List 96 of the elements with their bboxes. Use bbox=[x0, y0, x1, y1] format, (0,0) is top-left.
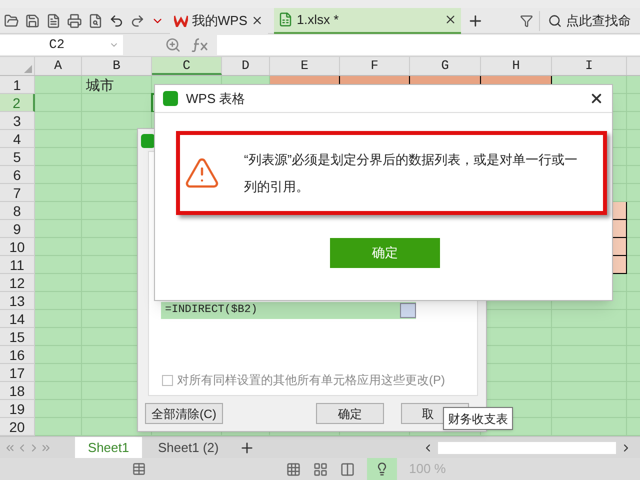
table-cell[interactable] bbox=[552, 418, 627, 436]
redo-icon[interactable] bbox=[130, 12, 145, 28]
row-header[interactable]: 13 bbox=[0, 292, 35, 310]
row-header[interactable]: 14 bbox=[0, 310, 35, 328]
column-header[interactable]: G bbox=[410, 57, 481, 75]
table-cell[interactable] bbox=[35, 130, 82, 148]
table-cell[interactable] bbox=[35, 274, 82, 292]
table-cell[interactable] bbox=[35, 238, 82, 256]
row-header[interactable]: 3 bbox=[0, 112, 35, 130]
column-header[interactable]: E bbox=[270, 57, 340, 75]
row-header[interactable]: 16 bbox=[0, 346, 35, 364]
tab-label: 1.xlsx * bbox=[296, 10, 340, 29]
apply-all-checkbox[interactable]: 对所有同样设置的其他所有单元格应用这些更改(P) bbox=[162, 371, 445, 389]
row-header[interactable]: 19 bbox=[0, 400, 35, 418]
document-icon[interactable] bbox=[46, 12, 61, 28]
range-picker-icon[interactable] bbox=[400, 303, 416, 318]
row-header[interactable]: 4 bbox=[0, 130, 35, 148]
column-header[interactable]: A bbox=[35, 57, 82, 75]
table-cell[interactable] bbox=[35, 256, 82, 274]
app-logo-icon bbox=[141, 134, 155, 148]
normal-view-icon[interactable] bbox=[286, 462, 301, 476]
column-header[interactable]: F bbox=[340, 57, 410, 75]
table-cell[interactable] bbox=[35, 310, 82, 328]
row-header[interactable]: 12 bbox=[0, 274, 35, 292]
sheet-tab[interactable]: Sheet1 (2) bbox=[142, 437, 235, 458]
table-cell[interactable] bbox=[82, 112, 152, 130]
horizontal-scrollbar[interactable] bbox=[438, 442, 616, 454]
row-header[interactable]: 7 bbox=[0, 184, 35, 202]
print-preview-icon[interactable] bbox=[88, 12, 103, 28]
search-field[interactable]: 点此查找命 bbox=[539, 10, 636, 30]
row-header[interactable]: 6 bbox=[0, 166, 35, 184]
open-folder-icon[interactable] bbox=[4, 12, 19, 28]
table-cell[interactable] bbox=[35, 292, 82, 310]
zoom-icon[interactable] bbox=[165, 37, 181, 53]
source-field[interactable]: =INDIRECT($B2) bbox=[161, 302, 416, 319]
save-icon[interactable] bbox=[24, 12, 40, 28]
column-header[interactable]: H bbox=[481, 57, 552, 75]
table-cell[interactable] bbox=[35, 166, 82, 184]
dialog-title: WPS 表格 bbox=[186, 90, 246, 108]
close-icon[interactable] bbox=[251, 14, 264, 27]
row-header[interactable]: 10 bbox=[0, 238, 35, 256]
tab-label: 我的WPS bbox=[192, 12, 248, 30]
close-icon[interactable] bbox=[589, 91, 604, 106]
document-tab[interactable]: 1.xlsx * bbox=[274, 8, 462, 34]
table-cell[interactable] bbox=[35, 184, 82, 202]
table-cell[interactable] bbox=[35, 400, 82, 418]
sheet-icon[interactable] bbox=[132, 462, 146, 476]
row-header[interactable]: 2 bbox=[0, 94, 35, 112]
table-cell[interactable] bbox=[35, 202, 82, 220]
spreadsheet-icon bbox=[278, 12, 293, 27]
table-cell[interactable] bbox=[35, 148, 82, 166]
corner-triangle-icon bbox=[24, 65, 32, 73]
row-header[interactable]: 11 bbox=[0, 256, 35, 274]
row-header[interactable]: 9 bbox=[0, 220, 35, 238]
row-header[interactable]: 15 bbox=[0, 328, 35, 346]
print-icon[interactable] bbox=[66, 12, 82, 28]
split-view-icon[interactable] bbox=[340, 462, 355, 476]
table-cell[interactable] bbox=[35, 94, 82, 112]
function-icon[interactable] bbox=[191, 38, 209, 52]
row-header[interactable]: 18 bbox=[0, 382, 35, 400]
table-cell[interactable]: 城市 bbox=[82, 76, 152, 94]
table-cell[interactable] bbox=[35, 382, 82, 400]
wps-logo-icon bbox=[174, 14, 188, 26]
name-box[interactable]: C2 bbox=[0, 35, 123, 55]
table-cell[interactable] bbox=[35, 418, 82, 436]
table-cell[interactable] bbox=[82, 94, 152, 112]
dialog-button[interactable]: 全部清除(C) bbox=[145, 403, 223, 424]
dialog-button[interactable]: 确定 bbox=[316, 403, 384, 424]
column-header[interactable]: I bbox=[552, 57, 627, 75]
table-cell[interactable] bbox=[35, 112, 82, 130]
undo-icon[interactable] bbox=[108, 12, 124, 28]
add-sheet-icon[interactable] bbox=[238, 440, 255, 456]
tooltip: 财务收支表 bbox=[443, 407, 513, 430]
page-view-icon[interactable] bbox=[313, 462, 328, 476]
row-header[interactable]: 20 bbox=[0, 418, 35, 436]
table-cell[interactable] bbox=[35, 76, 82, 94]
formula-field[interactable] bbox=[217, 35, 640, 55]
table-cell[interactable] bbox=[35, 364, 82, 382]
alert-message: “列表源”必须是划定分界后的数据列表，或是对单一行或一列的引用。 bbox=[243, 151, 579, 196]
row-header[interactable]: 17 bbox=[0, 364, 35, 382]
sheet-tab[interactable]: Sheet1 bbox=[75, 437, 142, 458]
lightbulb-icon bbox=[375, 462, 389, 476]
app-logo-icon bbox=[163, 91, 178, 106]
table-cell[interactable] bbox=[35, 328, 82, 346]
table-cell[interactable] bbox=[35, 220, 82, 238]
column-header[interactable]: C bbox=[152, 57, 222, 75]
row-header[interactable]: 1 bbox=[0, 76, 35, 94]
close-icon[interactable] bbox=[444, 13, 458, 26]
search-icon bbox=[548, 14, 562, 28]
row-header[interactable]: 8 bbox=[0, 202, 35, 220]
filter-icon[interactable] bbox=[520, 14, 534, 28]
eye-protection-button[interactable] bbox=[367, 458, 397, 480]
column-header[interactable]: D bbox=[222, 57, 270, 75]
row-header[interactable]: 5 bbox=[0, 148, 35, 166]
table-cell[interactable] bbox=[35, 346, 82, 364]
table-cell[interactable] bbox=[552, 310, 627, 328]
